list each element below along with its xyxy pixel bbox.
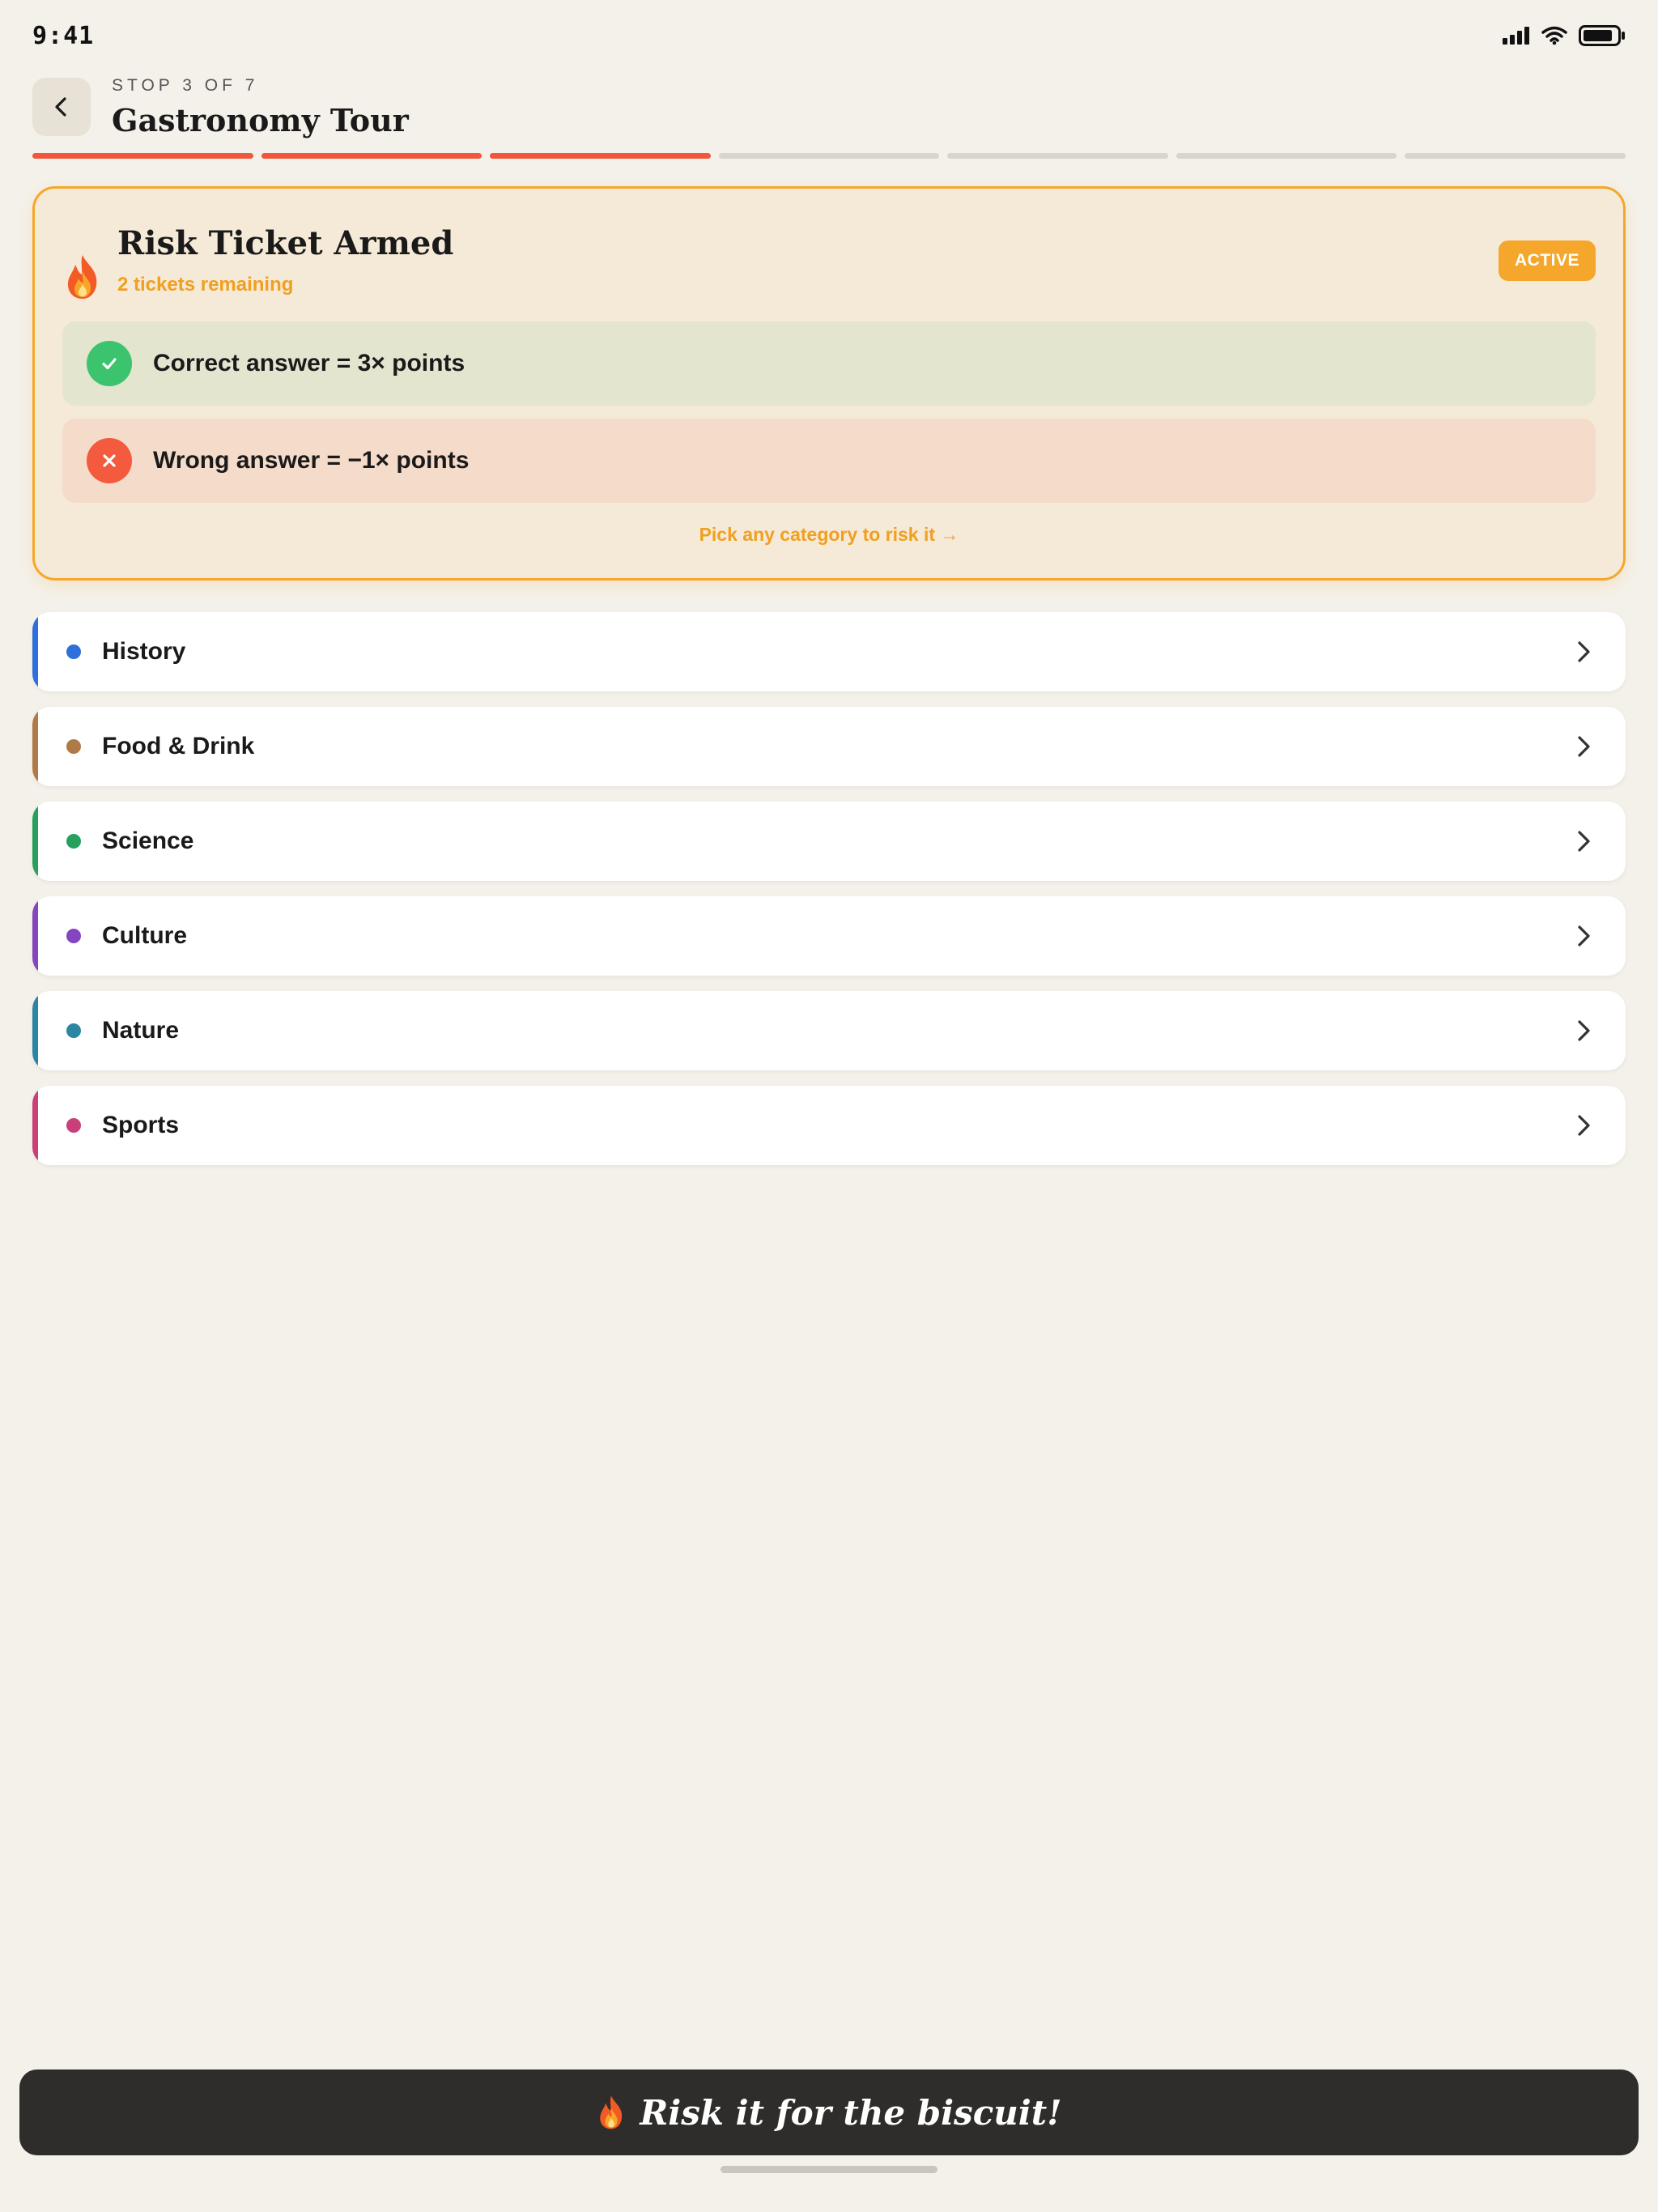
category-dot xyxy=(66,1118,81,1133)
category-dot xyxy=(66,1023,81,1038)
progress-segment xyxy=(718,153,940,159)
category-dot xyxy=(66,834,81,849)
category-label: Culture xyxy=(102,922,187,949)
category-accent xyxy=(32,707,38,786)
risk-ticket-card: Risk Ticket Armed 2 tickets remaining AC… xyxy=(32,186,1626,581)
status-icons xyxy=(1503,25,1626,46)
category-science[interactable]: Science xyxy=(32,802,1626,881)
chevron-right-icon xyxy=(1578,1020,1590,1041)
progress-segment xyxy=(261,153,483,159)
chevron-right-icon xyxy=(1578,831,1590,852)
category-label: Science xyxy=(102,827,194,854)
progress-segment xyxy=(490,153,711,159)
cellular-signal-icon xyxy=(1503,27,1529,45)
category-accent xyxy=(32,1086,38,1165)
correct-answer-text: Correct answer = 3× points xyxy=(153,350,466,376)
category-sports[interactable]: Sports xyxy=(32,1086,1626,1165)
header-text: STOP 3 OF 7 Gastronomy Tour xyxy=(112,76,409,138)
category-label: Food & Drink xyxy=(102,733,255,759)
category-dot xyxy=(66,644,81,659)
correct-answer-rule: Correct answer = 3× points xyxy=(62,321,1596,406)
progress-segment xyxy=(1175,153,1397,159)
category-dot xyxy=(66,739,81,754)
tickets-remaining: 2 tickets remaining xyxy=(117,274,294,296)
chevron-right-icon xyxy=(1578,736,1590,757)
progress-bar xyxy=(32,153,1626,160)
category-history[interactable]: History xyxy=(32,612,1626,691)
category-label: Sports xyxy=(102,1112,180,1138)
header: STOP 3 OF 7 Gastronomy Tour xyxy=(32,76,409,138)
category-accent xyxy=(32,802,38,881)
category-label: History xyxy=(102,638,186,665)
risk-it-button[interactable]: Risk it for the biscuit! xyxy=(19,2069,1639,2155)
risk-header: Risk Ticket Armed 2 tickets remaining xyxy=(62,224,453,300)
category-food-drink[interactable]: Food & Drink xyxy=(32,707,1626,786)
battery-icon xyxy=(1579,25,1625,46)
page-title: Gastronomy Tour xyxy=(112,101,409,138)
close-icon xyxy=(87,438,132,483)
category-culture[interactable]: Culture xyxy=(32,896,1626,976)
wrong-answer-text: Wrong answer = −1× points xyxy=(153,447,470,474)
chevron-right-icon xyxy=(1578,925,1590,946)
category-dot xyxy=(66,929,81,943)
flame-icon xyxy=(600,2095,623,2129)
check-icon xyxy=(87,341,132,386)
cta-label: Risk it for the biscuit! xyxy=(640,2092,1062,2133)
chevron-right-icon xyxy=(1578,641,1590,662)
progress-segment xyxy=(1405,153,1626,159)
risk-hint: Pick any category to risk it → xyxy=(699,524,959,545)
category-accent xyxy=(32,896,38,976)
chevron-right-icon xyxy=(1578,1115,1590,1136)
wrong-answer-rule: Wrong answer = −1× points xyxy=(62,419,1596,503)
risk-title: Risk Ticket Armed xyxy=(117,224,454,262)
progress-segment xyxy=(32,153,253,159)
active-badge: ACTIVE xyxy=(1498,240,1596,281)
stop-label: STOP 3 OF 7 xyxy=(112,75,259,95)
status-bar: 9:41 xyxy=(32,18,1626,53)
risk-titles: Risk Ticket Armed 2 tickets remaining xyxy=(117,224,453,296)
category-accent xyxy=(32,612,38,691)
category-label: Nature xyxy=(102,1017,180,1044)
home-indicator xyxy=(721,2166,937,2173)
flame-icon xyxy=(67,255,97,299)
progress-segment xyxy=(947,153,1168,159)
wifi-icon xyxy=(1541,26,1567,45)
back-button[interactable] xyxy=(32,78,91,136)
chevron-left-icon xyxy=(55,97,66,117)
status-time: 9:41 xyxy=(32,21,95,50)
category-nature[interactable]: Nature xyxy=(32,991,1626,1070)
category-accent xyxy=(32,991,38,1070)
